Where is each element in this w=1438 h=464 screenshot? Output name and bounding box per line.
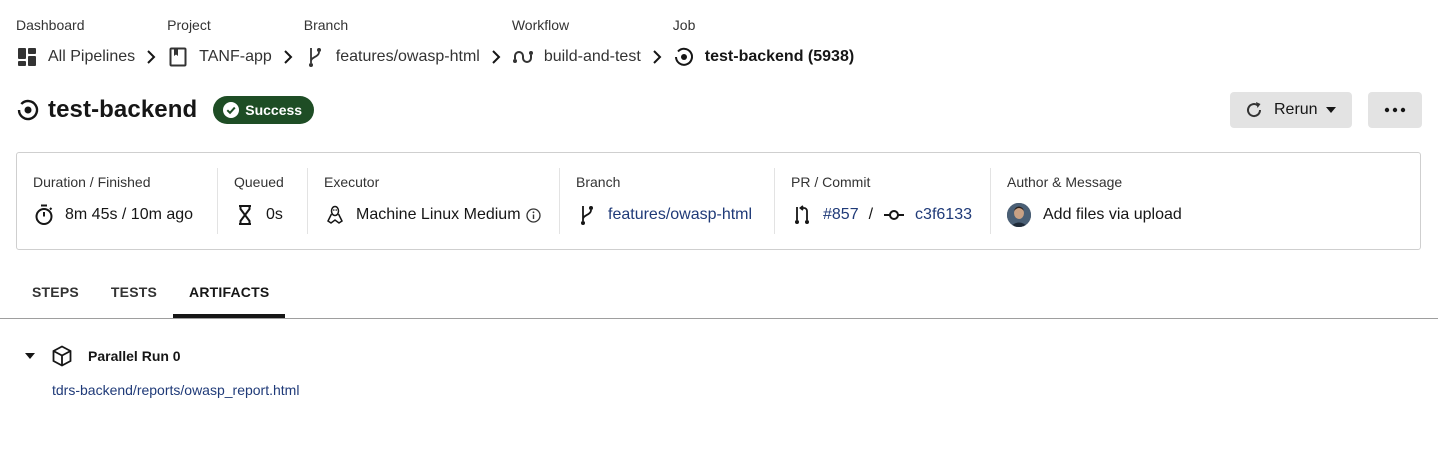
- tab-steps[interactable]: STEPS: [16, 270, 95, 318]
- pr-link[interactable]: #857: [823, 206, 859, 224]
- breadcrumb-workflow: Workflow build-and-test: [512, 16, 641, 69]
- executor-label: Executor: [324, 174, 380, 190]
- branch-cell: Branch features/owasp-html: [560, 168, 775, 234]
- hourglass-icon: [234, 204, 256, 226]
- executor-cell: Executor Machine Linux Medium: [308, 168, 560, 234]
- breadcrumb-value: build-and-test: [543, 48, 641, 65]
- branch-link[interactable]: features/owasp-html: [608, 206, 752, 224]
- breadcrumb-label: Branch: [303, 17, 349, 33]
- project-icon: [167, 46, 189, 68]
- pr-commit-cell: PR / Commit #857 / c3f6133: [775, 168, 991, 234]
- rerun-button[interactable]: Rerun: [1230, 92, 1352, 128]
- commit-message: Add files via upload: [1043, 206, 1182, 223]
- linux-icon: [324, 204, 346, 226]
- duration-cell: Duration / Finished 8m 45s / 10m ago: [17, 168, 218, 234]
- chevron-right-icon: [135, 45, 167, 69]
- breadcrumb-project: Project TANF-app: [167, 16, 272, 69]
- more-horizontal-icon: [1384, 107, 1406, 113]
- breadcrumb-link-workflow[interactable]: build-and-test: [512, 45, 641, 69]
- breadcrumb-job: Job test-backend (5938): [673, 16, 854, 69]
- breadcrumb-label: Job: [672, 17, 696, 33]
- workflow-icon: [512, 46, 534, 68]
- info-icon[interactable]: [525, 207, 541, 223]
- chevron-right-icon: [272, 45, 304, 69]
- branch-icon: [304, 46, 326, 68]
- tabs-divider: [0, 318, 1438, 319]
- author-cell: Author & Message Add files via upload: [991, 168, 1420, 234]
- pr-commit-value-row: #857 / c3f6133: [791, 203, 974, 227]
- breadcrumb-branch: Branch features/owasp-html: [304, 16, 480, 69]
- job-icon: [673, 46, 695, 68]
- job-tabs: STEPS TESTS ARTIFACTS: [16, 270, 286, 318]
- queued-value: 0s: [266, 206, 283, 223]
- breadcrumb-link-all-pipelines[interactable]: All Pipelines: [16, 45, 135, 69]
- duration-value: 8m 45s / 10m ago: [65, 206, 194, 223]
- breadcrumb-value: TANF-app: [199, 48, 272, 65]
- artifact-group: Parallel Run 0: [22, 344, 181, 368]
- executor-value: Machine Linux Medium: [356, 206, 521, 223]
- artifact-link[interactable]: tdrs-backend/reports/owasp_report.html: [52, 382, 299, 398]
- breadcrumb-label: Dashboard: [16, 17, 85, 33]
- breadcrumb-link-project[interactable]: TANF-app: [167, 45, 272, 69]
- branch-icon: [576, 204, 598, 226]
- package-icon: [52, 345, 74, 367]
- breadcrumb-value: features/owasp-html: [335, 48, 480, 65]
- job-header: test-backend Success Rerun: [16, 92, 1422, 128]
- page-title: test-backend: [48, 96, 198, 123]
- chevron-right-icon: [480, 45, 512, 69]
- header-actions: Rerun: [1230, 92, 1422, 128]
- artifact-group-label: Parallel Run 0: [88, 348, 181, 364]
- branch-value-row: features/owasp-html: [576, 203, 758, 227]
- author-label: Author & Message: [1007, 174, 1123, 190]
- breadcrumb-link-job[interactable]: test-backend (5938): [673, 45, 854, 69]
- tab-artifacts[interactable]: ARTIFACTS: [173, 270, 286, 318]
- queued-label: Queued: [234, 174, 284, 190]
- job-info-card: Duration / Finished 8m 45s / 10m ago Que…: [16, 152, 1421, 250]
- breadcrumb-label: Project: [167, 17, 211, 33]
- check-circle-icon: [223, 102, 240, 118]
- breadcrumb: Dashboard All Pipelines Project TANF-app…: [16, 16, 854, 69]
- commit-icon: [883, 204, 905, 226]
- status-text: Success: [245, 102, 303, 118]
- job-icon: [16, 98, 40, 122]
- breadcrumb-value: All Pipelines: [48, 48, 136, 65]
- dashboard-icon: [16, 46, 38, 68]
- caret-down-icon: [1325, 107, 1336, 113]
- pr-commit-separator: /: [868, 206, 874, 223]
- avatar: [1007, 203, 1031, 227]
- stopwatch-icon: [33, 204, 55, 226]
- more-options-button[interactable]: [1368, 92, 1422, 128]
- duration-label: Duration / Finished: [33, 174, 151, 190]
- breadcrumb-value: test-backend (5938): [704, 48, 855, 65]
- breadcrumb-dashboard: Dashboard All Pipelines: [16, 16, 135, 69]
- breadcrumb-link-branch[interactable]: features/owasp-html: [304, 45, 480, 69]
- branch-label: Branch: [576, 174, 621, 190]
- executor-value-row: Machine Linux Medium: [324, 203, 543, 227]
- chevron-right-icon: [641, 45, 673, 69]
- rerun-label: Rerun: [1274, 101, 1318, 118]
- author-value-row: Add files via upload: [1007, 203, 1404, 227]
- pr-commit-label: PR / Commit: [791, 174, 871, 190]
- duration-value-row: 8m 45s / 10m ago: [33, 203, 201, 227]
- breadcrumb-label: Workflow: [511, 17, 570, 33]
- caret-down-icon[interactable]: [22, 348, 38, 364]
- tab-tests[interactable]: TESTS: [95, 270, 173, 318]
- queued-cell: Queued 0s: [218, 168, 308, 234]
- commit-link[interactable]: c3f6133: [915, 206, 972, 224]
- pull-request-icon: [791, 204, 813, 226]
- queued-value-row: 0s: [234, 203, 291, 227]
- refresh-icon: [1244, 100, 1264, 120]
- status-badge: Success: [213, 96, 315, 124]
